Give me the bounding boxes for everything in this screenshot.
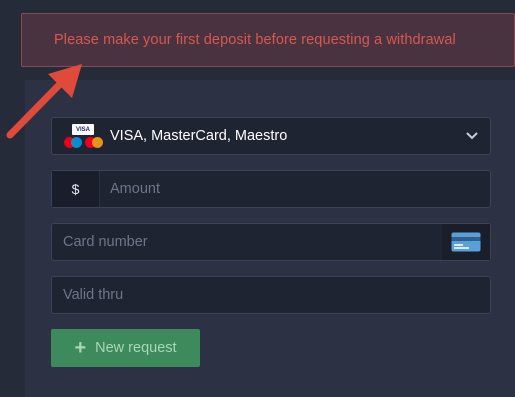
card-number-field[interactable]	[51, 223, 491, 261]
card-logos: VISA	[62, 121, 104, 151]
credit-card-icon	[451, 232, 481, 252]
valid-thru-field[interactable]	[51, 276, 491, 314]
new-request-button[interactable]: + New request	[51, 329, 200, 367]
deposit-warning-alert: Please make your first deposit before re…	[21, 13, 515, 67]
selected-payment-method: VISA, MasterCard, Maestro	[110, 128, 288, 144]
credit-card-button[interactable]	[442, 224, 490, 260]
new-request-label: New request	[95, 340, 177, 356]
chevron-down-icon[interactable]	[465, 130, 479, 142]
card-number-input[interactable]	[63, 224, 433, 260]
alert-message: Please make your first deposit before re…	[54, 32, 456, 48]
visa-logo-icon: VISA	[72, 124, 94, 135]
valid-thru-input[interactable]	[63, 277, 483, 313]
currency-symbol: $	[52, 171, 100, 207]
amount-input[interactable]	[110, 171, 480, 207]
plus-icon: +	[74, 337, 87, 359]
amount-field[interactable]: $	[51, 170, 491, 208]
mastercard-logo-overlap	[92, 137, 103, 148]
payment-method-select[interactable]: VISA VISA, MasterCard, Maestro	[51, 117, 491, 155]
maestro-logo-overlap	[71, 137, 82, 148]
